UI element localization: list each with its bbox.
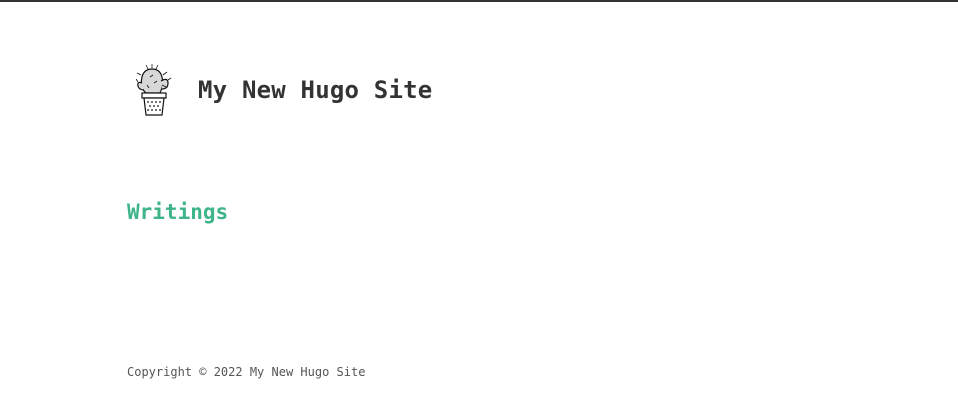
logo-link[interactable] bbox=[136, 63, 172, 117]
site-header: My New Hugo Site bbox=[136, 62, 432, 118]
site-title[interactable]: My New Hugo Site bbox=[198, 76, 432, 104]
writings-link[interactable]: Writings bbox=[127, 200, 228, 224]
top-border bbox=[0, 0, 958, 2]
footer-copyright: Copyright © 2022 My New Hugo Site bbox=[127, 365, 366, 379]
cactus-pot-icon bbox=[136, 64, 172, 116]
